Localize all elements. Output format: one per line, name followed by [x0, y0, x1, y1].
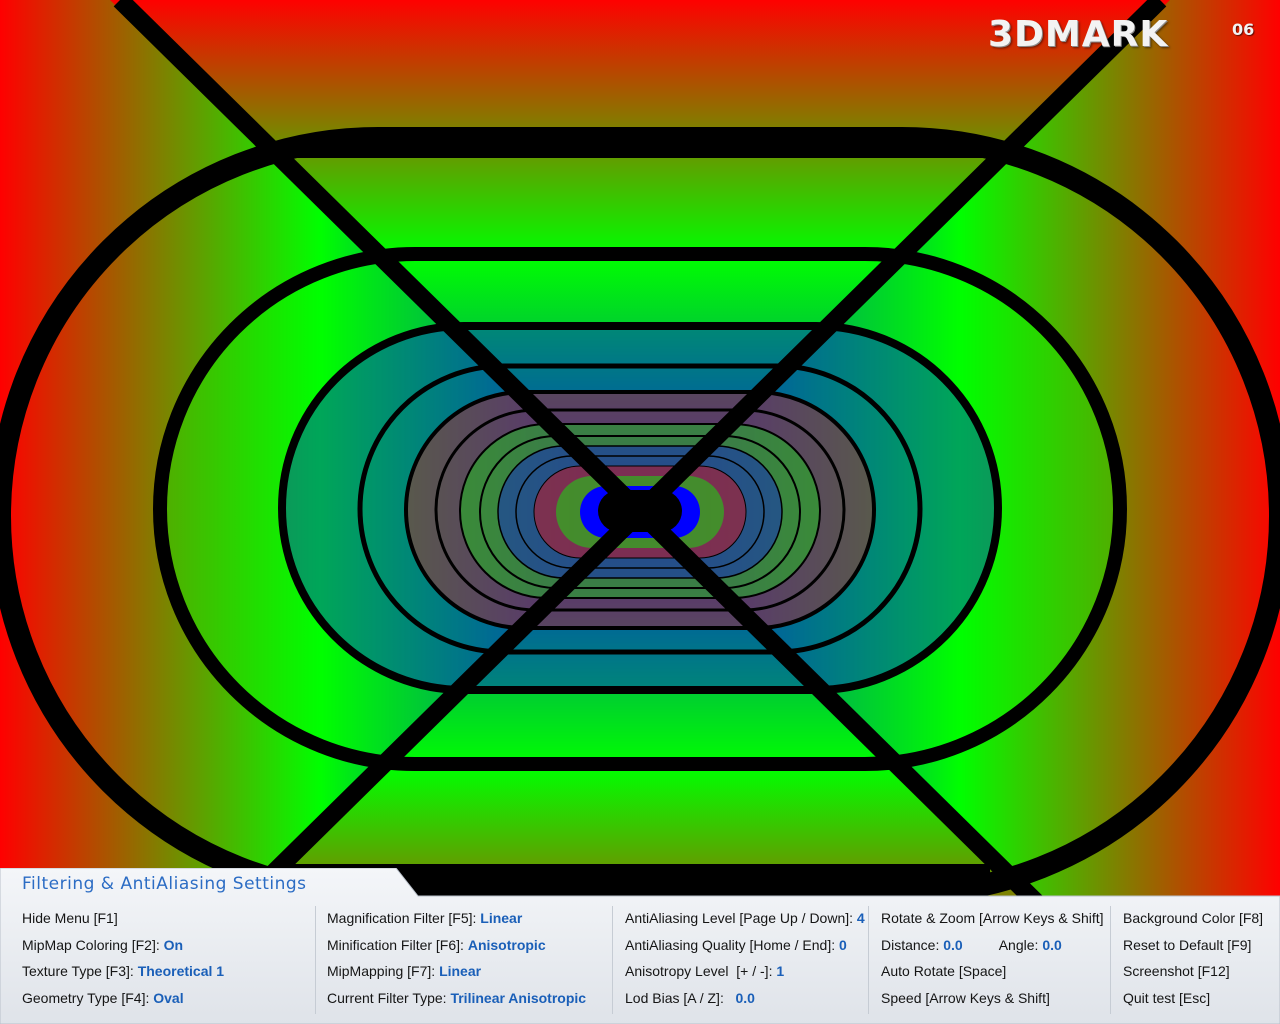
hide-menu-control[interactable]: Hide Menu [F1] [22, 908, 224, 935]
rotate-zoom-control[interactable]: Rotate & Zoom [Arrow Keys & Shift] [881, 908, 1104, 935]
settings-column-1: Hide Menu [F1] MipMap Coloring [F2]: On … [22, 908, 224, 1014]
column-divider [868, 906, 869, 1014]
auto-rotate-control[interactable]: Auto Rotate [Space] [881, 961, 1104, 988]
current-filter-type: Current Filter Type: Trilinear Anisotrop… [327, 988, 586, 1015]
screenshot-label: Screenshot [F12] [1123, 963, 1230, 980]
mipmap-coloring-control[interactable]: MipMap Coloring [F2]: On [22, 935, 224, 962]
logo-text: 3DMARK [988, 14, 1169, 55]
mipmap-coloring-label: MipMap Coloring [F2]: [22, 936, 160, 953]
background-color-label: Background Color [F8] [1123, 910, 1264, 926]
background-color-control[interactable]: Background Color [F8] [1123, 908, 1263, 935]
geometry-type-value: Oval [153, 989, 184, 1006]
mipmapping-value: Linear [439, 963, 482, 980]
column-divider [315, 906, 316, 1014]
magnification-filter-value: Linear [480, 910, 523, 926]
distance-angle-readout: Distance: 0.0 Angle: 0.0 [881, 935, 1104, 962]
texture-type-label: Texture Type [F3]: [22, 963, 134, 980]
magnification-filter-control[interactable]: Magnification Filter [F5]: Linear [327, 908, 586, 935]
antialiasing-quality-control[interactable]: AntiAliasing Quality [Home / End]: 0 [625, 935, 865, 962]
mipmap-coloring-value: On [163, 936, 184, 953]
quit-test-control[interactable]: Quit test [Esc] [1123, 988, 1263, 1015]
auto-rotate-label: Auto Rotate [Space] [881, 963, 1007, 980]
minification-filter-label: Minification Filter [F6]: [327, 936, 464, 953]
rotate-zoom-label: Rotate & Zoom [Arrow Keys & Shift] [881, 910, 1104, 926]
current-filter-label: Current Filter Type: [327, 989, 447, 1006]
column-divider [1110, 906, 1111, 1014]
column-divider [612, 906, 613, 1014]
3dmark-logo: 3DMARK 06 [988, 14, 1274, 55]
quit-test-label: Quit test [Esc] [1123, 989, 1211, 1006]
minification-filter-control[interactable]: Minification Filter [F6]: Anisotropic [327, 935, 586, 962]
hide-menu-label: Hide Menu [F1] [22, 910, 118, 926]
anisotropy-level-control[interactable]: Anisotropy Level [+ / -]: 1 [625, 961, 865, 988]
angle-label: Angle: [998, 936, 1039, 953]
texture-type-value: Theoretical 1 [137, 963, 225, 980]
distance-label: Distance: [881, 936, 940, 953]
settings-column-3: AntiAliasing Level [Page Up / Down]: 4 A… [625, 908, 865, 1014]
angle-value: 0.0 [1042, 936, 1062, 953]
lod-bias-value: 0.0 [735, 989, 755, 1006]
texture-type-control[interactable]: Texture Type [F3]: Theoretical 1 [22, 961, 224, 988]
geometry-type-label: Geometry Type [F4]: [22, 989, 150, 1006]
reset-default-control[interactable]: Reset to Default [F9] [1123, 935, 1263, 962]
panel-title: Filtering & AntiAliasing Settings [22, 874, 307, 894]
reset-default-label: Reset to Default [F9] [1123, 936, 1252, 953]
mipmapping-control[interactable]: MipMapping [F7]: Linear [327, 961, 586, 988]
lod-bias-label: Lod Bias [A / Z]: [625, 989, 724, 1006]
antialiasing-quality-value: 0 [839, 936, 847, 953]
antialiasing-level-control[interactable]: AntiAliasing Level [Page Up / Down]: 4 [625, 908, 865, 935]
antialiasing-level-value: 4 [856, 910, 865, 926]
settings-column-5: Background Color [F8] Reset to Default [… [1123, 908, 1263, 1014]
magnification-filter-label: Magnification Filter [F5]: [327, 910, 477, 926]
settings-column-4: Rotate & Zoom [Arrow Keys & Shift] Dista… [881, 908, 1104, 1014]
speed-label: Speed [Arrow Keys & Shift] [881, 989, 1050, 1006]
geometry-type-control[interactable]: Geometry Type [F4]: Oval [22, 988, 224, 1015]
current-filter-value: Trilinear Anisotropic [450, 989, 587, 1006]
distance-value: 0.0 [943, 936, 963, 953]
logo-suffix: 06 [1232, 20, 1255, 39]
lod-bias-control[interactable]: Lod Bias [A / Z]: 0.0 [625, 988, 865, 1015]
anisotropy-level-label: Anisotropy Level [+ / -]: [625, 963, 773, 980]
mipmapping-label: MipMapping [F7]: [327, 963, 436, 980]
speed-control[interactable]: Speed [Arrow Keys & Shift] [881, 988, 1104, 1015]
settings-column-2: Magnification Filter [F5]: Linear Minifi… [327, 908, 586, 1014]
minification-filter-value: Anisotropic [467, 936, 546, 953]
anisotropy-level-value: 1 [776, 963, 785, 980]
top-bar [290, 138, 990, 158]
screenshot-control[interactable]: Screenshot [F12] [1123, 961, 1263, 988]
antialiasing-quality-label: AntiAliasing Quality [Home / End]: [625, 936, 836, 953]
antialiasing-level-label: AntiAliasing Level [Page Up / Down]: [625, 910, 854, 926]
